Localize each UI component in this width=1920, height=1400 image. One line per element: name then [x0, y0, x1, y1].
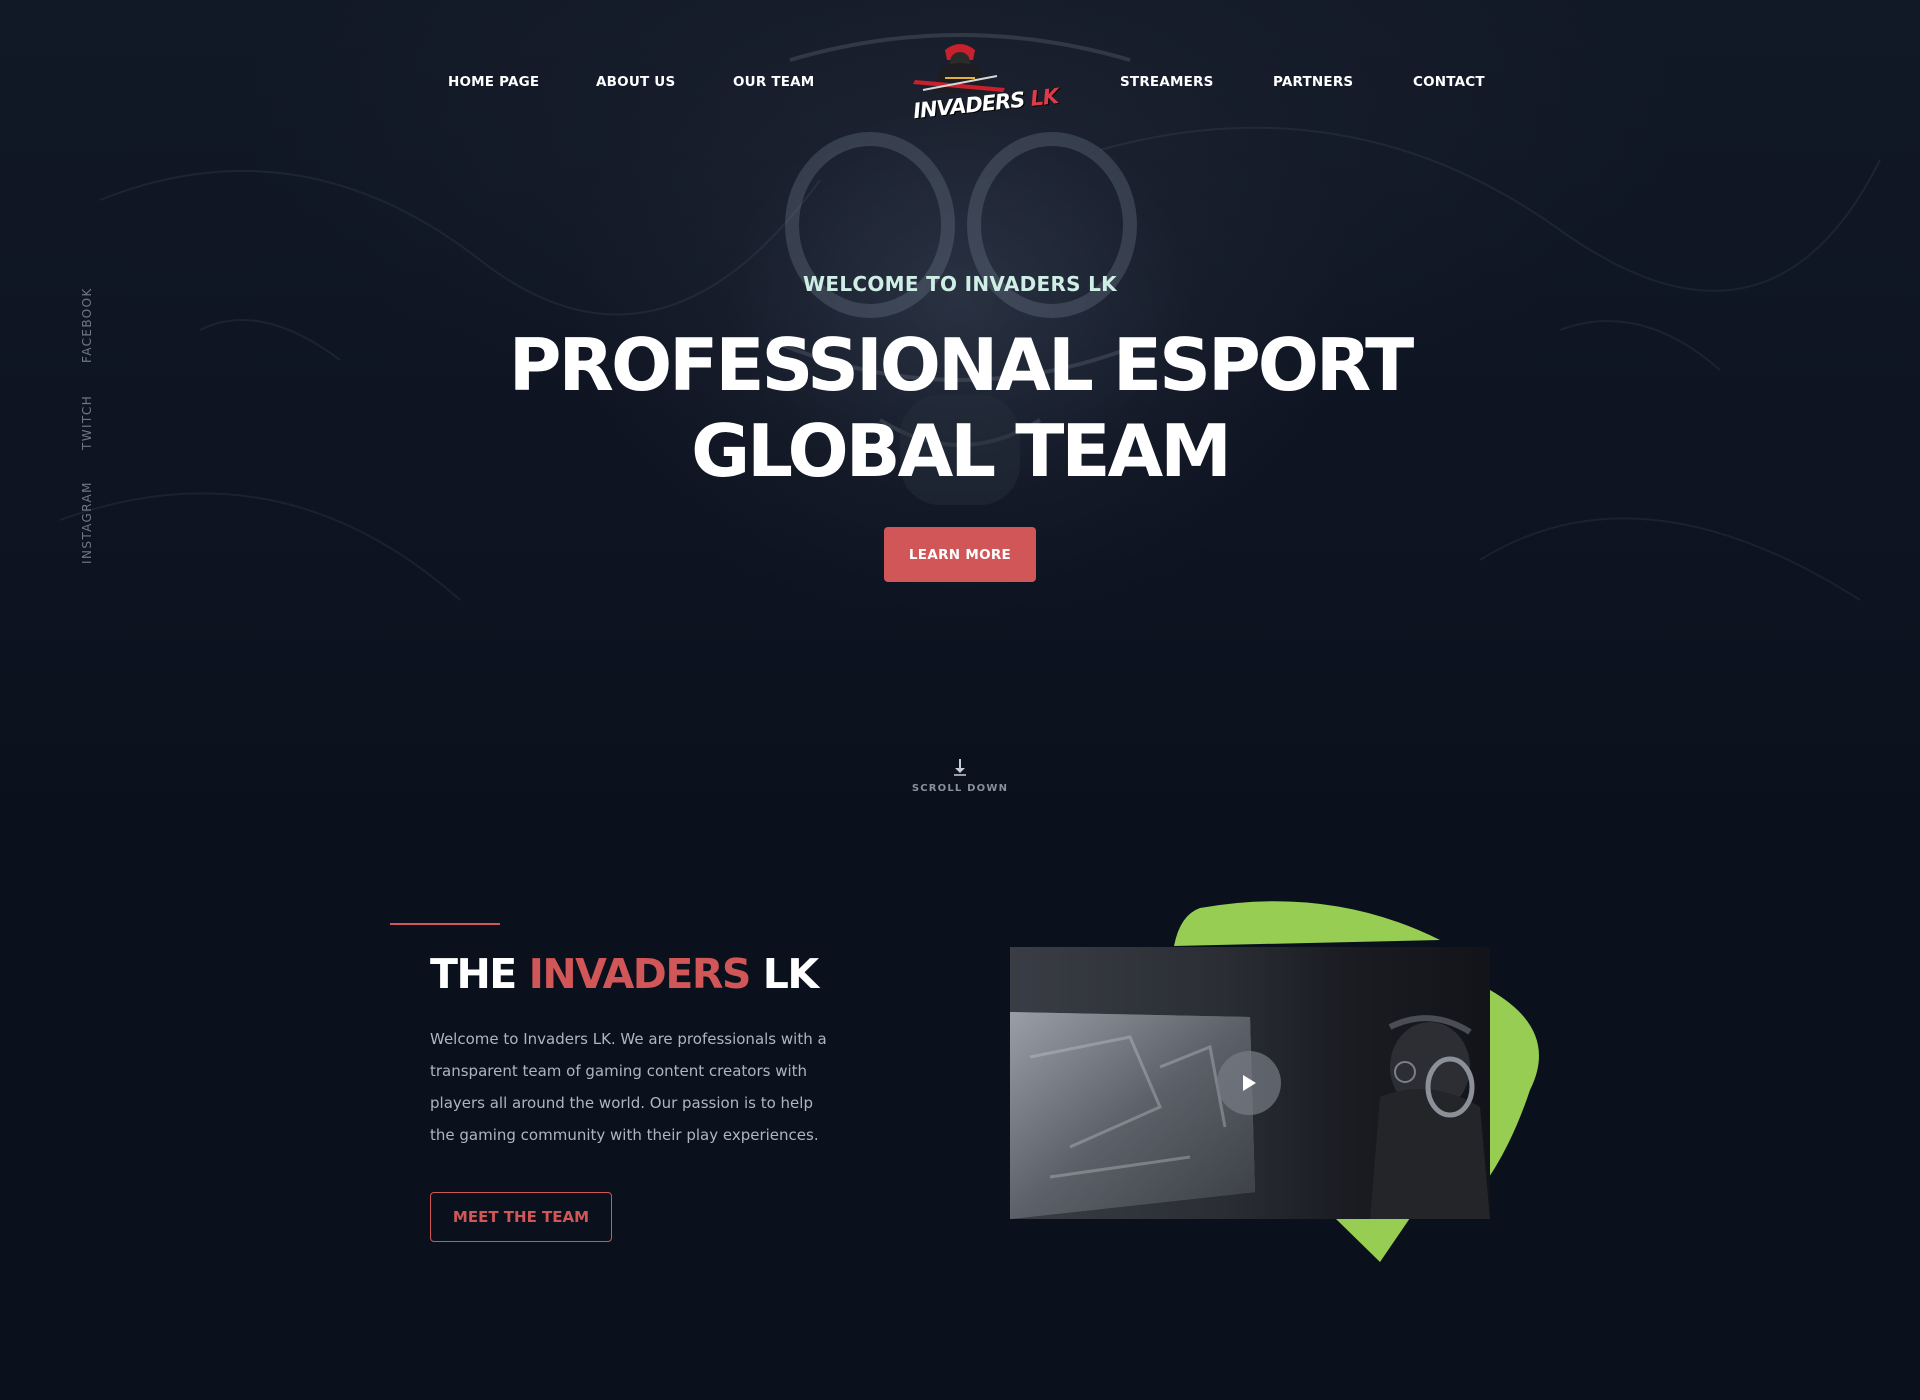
play-icon — [1243, 1075, 1256, 1091]
nav-home-page[interactable]: HOME PAGE — [448, 74, 539, 90]
headline-line-2: GLOBAL TEAM — [691, 409, 1232, 493]
hero-section: HOME PAGE ABOUT US OUR TEAM STREAMERS PA… — [0, 0, 1920, 830]
headline-line-1: PROFESSIONAL ESPORT — [508, 323, 1415, 407]
brand-logo[interactable]: INVADERS LK — [905, 38, 1059, 128]
about-description: Welcome to Invaders LK. We are professio… — [430, 1030, 827, 1144]
video-thumbnail[interactable] — [1010, 947, 1490, 1219]
hero-welcome: WELCOME TO INVADERS LK — [803, 272, 1117, 296]
arrow-down-icon[interactable] — [952, 758, 968, 776]
nav-about-us[interactable]: ABOUT US — [596, 74, 675, 90]
title-accent-line — [390, 923, 500, 925]
nav-our-team[interactable]: OUR TEAM — [733, 74, 814, 90]
hero-headline: PROFESSIONAL ESPORT GLOBAL TEAM — [0, 322, 1920, 494]
about-title: THE INVADERS LK — [430, 950, 819, 998]
meet-the-team-button[interactable]: MEET THE TEAM — [430, 1192, 612, 1242]
nav-partners[interactable]: PARTNERS — [1273, 74, 1353, 90]
play-video-button[interactable] — [1217, 1051, 1281, 1115]
nav-streamers[interactable]: STREAMERS — [1120, 74, 1214, 90]
scroll-down-label[interactable]: SCROLL DOWN — [0, 783, 1920, 794]
nav-contact[interactable]: CONTACT — [1413, 74, 1485, 90]
learn-more-button[interactable]: LEARN MORE — [884, 527, 1036, 582]
